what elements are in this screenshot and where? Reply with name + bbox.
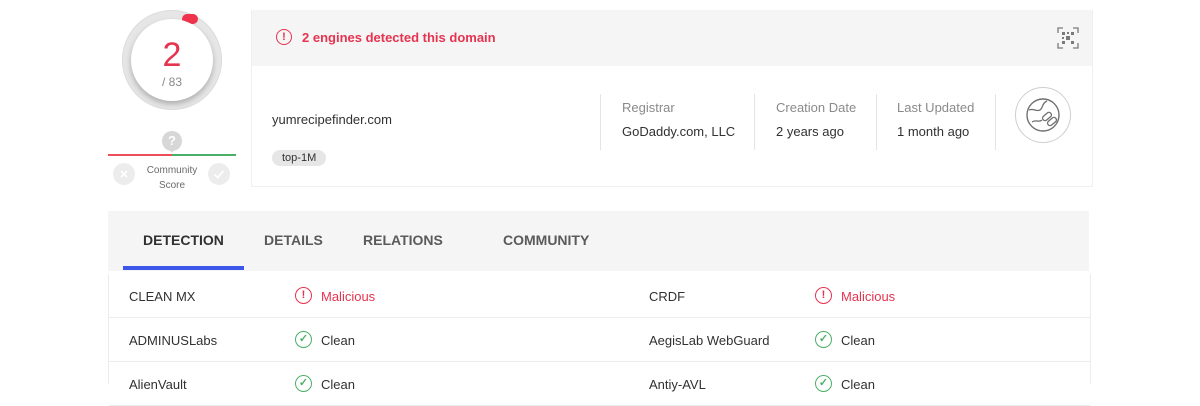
close-icon [120, 170, 128, 178]
score-gauge: 2 / 83 [122, 10, 222, 110]
creation-date-label: Creation Date [776, 100, 857, 115]
check-icon [213, 170, 225, 179]
last-updated-value: 1 month ago [897, 124, 970, 139]
divider [754, 94, 755, 150]
tab-bar: DETECTION DETAILS RELATIONS COMMUNITY [108, 211, 1089, 271]
active-tab-indicator [123, 266, 244, 270]
detection-alert-text: 2 engines detected this domain [302, 30, 496, 45]
divider [600, 94, 601, 150]
globe-link-icon [1015, 87, 1071, 143]
qr-scan-icon[interactable] [1057, 27, 1079, 49]
verdict-label: Malicious [321, 289, 376, 304]
detection-table: CLEAN MX ! Malicious CRDF ! Malicious AD… [108, 274, 1091, 406]
alert-circle-icon: ! [276, 29, 292, 45]
table-row: ADMINUSLabs ✓ Clean AegisLab WebGuard ✓ … [109, 318, 1090, 362]
verdict-label: Clean [321, 333, 355, 348]
community-score-label: Community Score [146, 165, 198, 191]
community-score-pointer [168, 147, 176, 153]
detection-count: 2 [162, 36, 182, 74]
score-gauge-center: 2 / 83 [131, 19, 213, 101]
engine-name: AegisLab WebGuard [649, 333, 770, 348]
divider [876, 94, 877, 150]
verdict-label: Clean [321, 377, 355, 392]
detection-score-widget: 2 / 83 ? Community Score [108, 6, 236, 196]
engine-name: AlienVault [129, 377, 187, 392]
last-updated-label: Last Updated [897, 100, 975, 115]
verdict-label: Malicious [841, 289, 896, 304]
engine-total: / 83 [161, 75, 182, 89]
detection-alert-bar: ! 2 engines detected this domain [252, 10, 1092, 66]
domain-summary-card: ! 2 engines detected this domain yumreci… [251, 10, 1093, 187]
divider [995, 94, 996, 150]
vote-harmful-button[interactable] [113, 163, 135, 185]
creation-date-value: 2 years ago [776, 124, 844, 139]
tag-badge[interactable]: top-1M [272, 150, 327, 166]
tab-relations[interactable]: RELATIONS [363, 232, 443, 248]
check-circle-icon: ✓ [815, 331, 832, 348]
verdict-label: Clean [841, 377, 875, 392]
alert-circle-icon: ! [295, 287, 312, 304]
community-score-bar-negative [108, 154, 172, 156]
tab-details[interactable]: DETAILS [264, 232, 323, 248]
tab-detection[interactable]: DETECTION [143, 232, 224, 248]
verdict-label: Clean [841, 333, 875, 348]
community-score-bar-positive [172, 154, 236, 156]
domain-name[interactable]: yumrecipefinder.com [272, 112, 392, 127]
registrar-label: Registrar [622, 100, 675, 115]
engine-name: CRDF [649, 289, 686, 304]
alert-circle-icon: ! [815, 287, 832, 304]
registrar-value: GoDaddy.com, LLC [622, 124, 736, 139]
tab-community[interactable]: COMMUNITY [503, 232, 589, 248]
table-row: CLEAN MX ! Malicious CRDF ! Malicious [109, 274, 1090, 318]
table-row: AlienVault ✓ Clean Antiy-AVL ✓ Clean [109, 362, 1090, 406]
engine-name: Antiy-AVL [649, 377, 706, 392]
engine-name: CLEAN MX [129, 289, 196, 304]
vote-harmless-button[interactable] [208, 163, 230, 185]
engine-name: ADMINUSLabs [129, 333, 218, 348]
check-circle-icon: ✓ [295, 331, 312, 348]
